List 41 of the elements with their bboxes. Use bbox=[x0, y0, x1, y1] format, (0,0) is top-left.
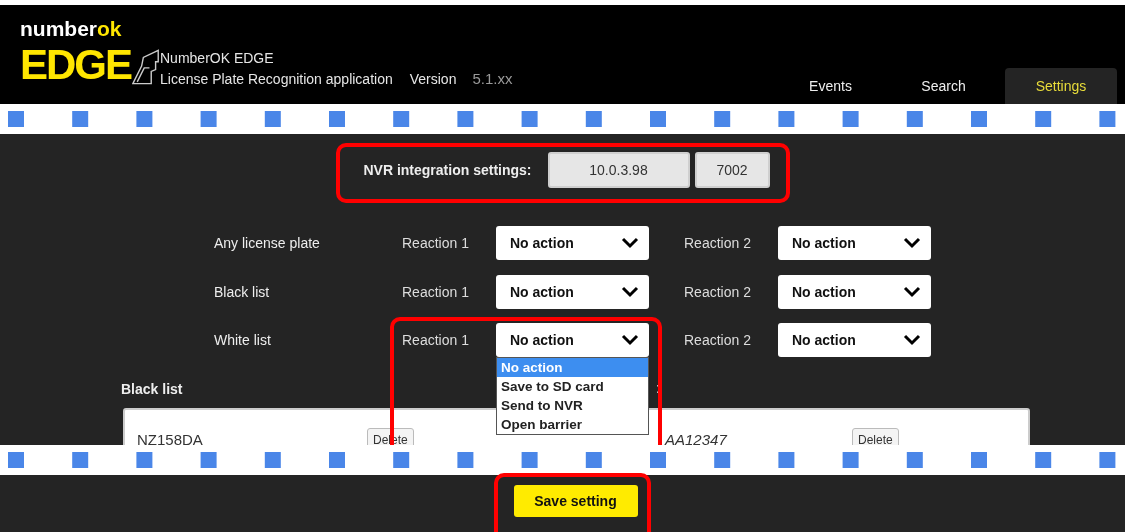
reaction-select[interactable]: No action bbox=[496, 226, 649, 261]
ip-address-field[interactable]: 10.0.3.98 bbox=[547, 152, 690, 188]
app-description: License Plate Recognition application bbox=[160, 70, 393, 89]
version-label: Version bbox=[409, 70, 457, 89]
rule-label: Black list bbox=[214, 283, 271, 300]
reaction-label: Reaction 1 bbox=[402, 235, 470, 252]
nav-tab[interactable]: Search bbox=[887, 68, 1000, 104]
nvr-settings-label: NVR integration settings: bbox=[363, 162, 532, 178]
chevron-down-icon bbox=[903, 285, 921, 298]
reaction-select[interactable]: No action bbox=[778, 323, 931, 358]
logo-wordmark: numberok bbox=[20, 18, 123, 40]
nav-tab[interactable]: Settings bbox=[1005, 68, 1117, 104]
chevron-down-icon bbox=[903, 334, 921, 347]
chevron-down-icon bbox=[621, 285, 639, 298]
rule-label: Any license plate bbox=[214, 235, 321, 252]
delete-button[interactable]: Delete bbox=[852, 427, 899, 445]
reaction-label: Reaction 1 bbox=[402, 332, 470, 349]
reaction-select[interactable]: No action bbox=[778, 226, 931, 261]
dropdown-option[interactable]: Open barrier bbox=[497, 415, 648, 435]
section-heading: Black list bbox=[121, 380, 183, 397]
rule-label: White list bbox=[214, 332, 272, 349]
reaction-select[interactable]: No action bbox=[778, 274, 931, 309]
dropdown-option[interactable]: Send to NVR bbox=[497, 396, 648, 416]
reaction-label: Reaction 1 bbox=[402, 283, 470, 300]
section-heading: : bbox=[656, 379, 660, 396]
plate-number: AA12347 bbox=[665, 431, 729, 445]
logo-edge: EDGE bbox=[20, 42, 133, 88]
reaction-label: Reaction 2 bbox=[684, 332, 752, 349]
nav-tab[interactable]: Events bbox=[774, 68, 887, 104]
reaction-select[interactable]: No action bbox=[496, 274, 649, 309]
dropdown-option[interactable]: Save to SD card bbox=[497, 377, 648, 397]
save-button[interactable]: Save setting bbox=[513, 485, 638, 517]
chevron-down-icon bbox=[621, 237, 639, 250]
plate-number: NZ158DA bbox=[137, 431, 204, 445]
chevron-down-icon bbox=[903, 237, 921, 250]
port-field[interactable]: 7002 bbox=[694, 152, 770, 188]
app-name: NumberOK EDGE bbox=[160, 49, 275, 68]
chevron-down-icon bbox=[621, 334, 639, 347]
version-number: 5.1.xx bbox=[472, 69, 513, 89]
reaction-label: Reaction 2 bbox=[684, 235, 752, 252]
reaction-label: Reaction 2 bbox=[684, 283, 752, 300]
